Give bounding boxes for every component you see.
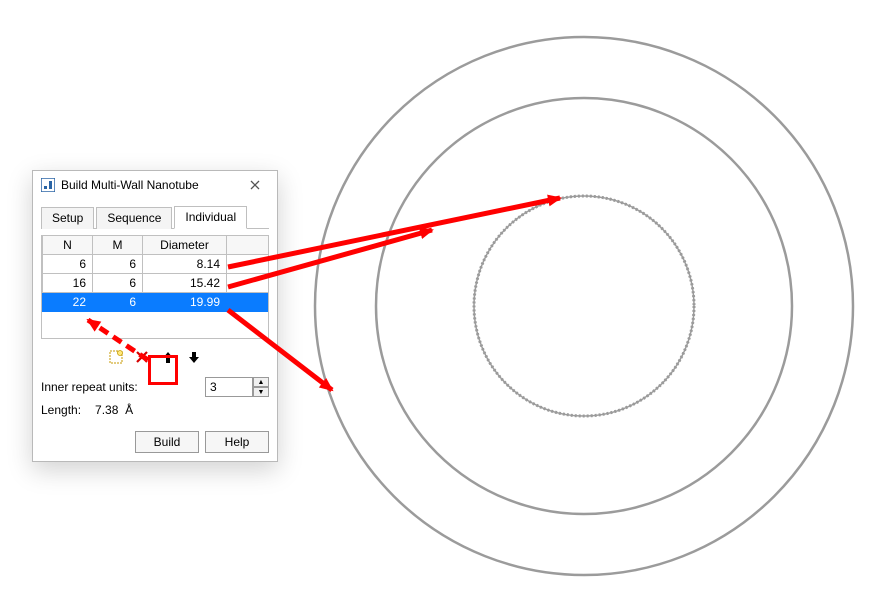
tab-bar: Setup Sequence Individual <box>41 205 269 229</box>
add-wall-button[interactable] <box>106 347 126 367</box>
table-row[interactable]: 6 6 8.14 <box>43 255 269 274</box>
arrow-up-icon <box>161 350 175 364</box>
col-header-diameter[interactable]: Diameter <box>143 236 227 255</box>
new-dotted-icon <box>108 349 124 365</box>
dialog-buttons: Build Help <box>41 431 269 453</box>
close-icon <box>250 180 260 190</box>
tab-individual[interactable]: Individual <box>174 206 247 229</box>
build-button[interactable]: Build <box>135 431 199 453</box>
length-label: Length: <box>41 403 81 417</box>
table-toolbar <box>41 347 269 367</box>
delete-wall-button[interactable] <box>132 347 152 367</box>
build-nanotube-dialog: Build Multi-Wall Nanotube Setup Sequence… <box>32 170 278 462</box>
table-row-selected[interactable]: 22 6 19.99 <box>43 293 269 312</box>
inner-repeat-down[interactable]: ▼ <box>253 387 269 397</box>
table-header-row: N M Diameter <box>43 236 269 255</box>
length-value: 7.38 <box>95 403 118 417</box>
window-title: Build Multi-Wall Nanotube <box>61 178 241 192</box>
inner-repeat-label: Inner repeat units: <box>41 380 205 394</box>
walls-table-container: N M Diameter 6 6 8.14 16 6 15.42 <box>41 235 269 339</box>
table-row[interactable]: 16 6 15.42 <box>43 274 269 293</box>
app-icon <box>41 178 55 192</box>
inner-repeat-row: Inner repeat units: ▲ ▼ <box>41 377 269 397</box>
length-unit: Å <box>125 403 133 417</box>
arrow-down-icon <box>187 350 201 364</box>
inner-repeat-up[interactable]: ▲ <box>253 377 269 387</box>
walls-table[interactable]: N M Diameter 6 6 8.14 16 6 15.42 <box>42 235 268 312</box>
col-header-n[interactable]: N <box>43 236 93 255</box>
move-down-button[interactable] <box>184 347 204 367</box>
inner-repeat-input[interactable] <box>205 377 253 397</box>
help-button[interactable]: Help <box>205 431 269 453</box>
col-header-m[interactable]: M <box>93 236 143 255</box>
tab-setup[interactable]: Setup <box>41 207 94 229</box>
titlebar[interactable]: Build Multi-Wall Nanotube <box>33 171 277 199</box>
close-button[interactable] <box>241 175 269 195</box>
tab-sequence[interactable]: Sequence <box>96 207 172 229</box>
length-row: Length: 7.38 Å <box>41 403 269 417</box>
move-up-button[interactable] <box>158 347 178 367</box>
delete-x-icon <box>135 350 149 364</box>
